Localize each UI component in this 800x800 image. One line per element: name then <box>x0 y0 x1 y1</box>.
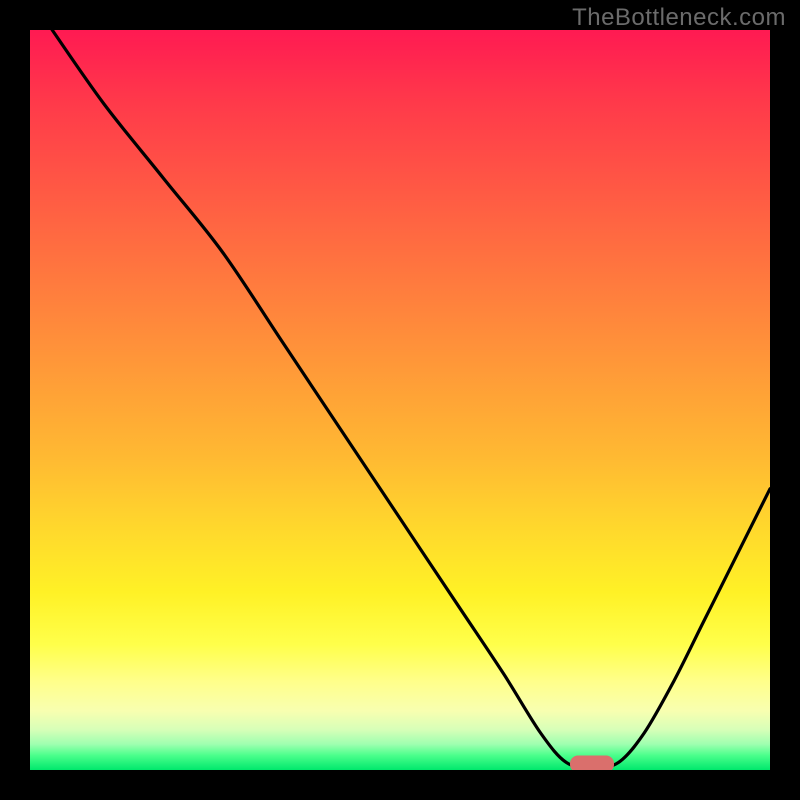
chart-frame: TheBottleneck.com <box>0 0 800 800</box>
optimum-marker <box>570 756 614 770</box>
watermark-text: TheBottleneck.com <box>572 4 786 32</box>
plot-area <box>30 30 770 770</box>
bottleneck-curve <box>52 30 770 768</box>
curve-svg <box>30 30 770 770</box>
